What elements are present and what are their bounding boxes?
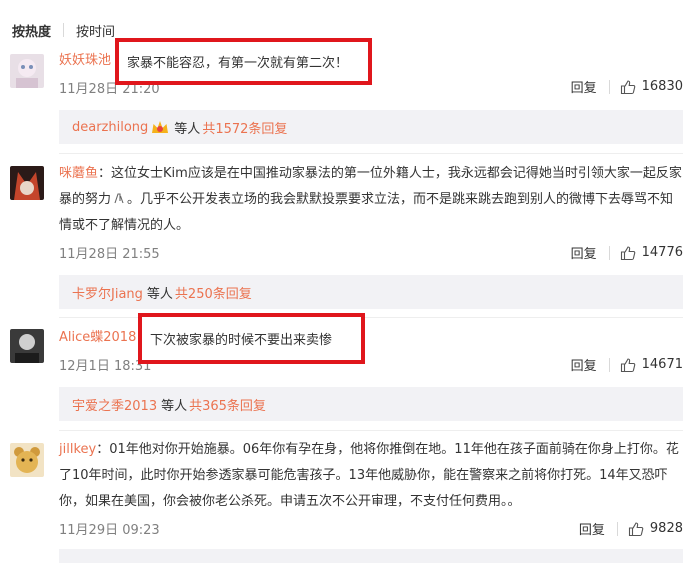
sub-replies-summary[interactable]: 宇爱之季2013 等人 共365条回复 (59, 387, 683, 421)
like-button[interactable]: 16830 (620, 79, 683, 95)
avatar[interactable] (10, 329, 44, 363)
sort-bar: 按热度 按时间 (12, 20, 115, 40)
comment-actions: 回复 14776 (571, 243, 683, 262)
avatar-image-icon (10, 443, 44, 477)
sub-reply-username[interactable]: 卡罗尔Jiang (72, 283, 143, 302)
divider (63, 23, 65, 37)
avatar[interactable] (10, 54, 44, 88)
sub-reply-username[interactable]: dearzhilong (72, 120, 148, 135)
avatar[interactable] (10, 166, 44, 200)
comment-text: 下次被家暴的时候不要出来卖惨 (150, 333, 333, 348)
crown-badge-icon (152, 121, 169, 133)
username-link[interactable]: 咪蘑鱼 (59, 166, 98, 181)
divider (608, 79, 610, 94)
sub-replies-summary[interactable]: 卡罗尔Jiang 等人 共250条回复 (59, 275, 683, 309)
sub-reply-username[interactable]: 宇爱之季2013 (72, 395, 157, 414)
sub-replies-summary[interactable]: dearzhilong 等人 共1572条回复 (59, 110, 683, 144)
sub-replies-summary (59, 549, 683, 563)
divider (608, 357, 610, 372)
like-count: 14671 (641, 357, 683, 372)
reply-button[interactable]: 回复 (571, 355, 597, 374)
like-count: 9828 (649, 521, 683, 536)
comment-time: 11月28日 21:55 (59, 247, 160, 262)
avatar-image-icon (10, 54, 44, 88)
sub-reply-count-link[interactable]: 共250条回复 (175, 283, 252, 302)
like-count: 16830 (641, 79, 683, 94)
sub-reply-count-link[interactable]: 共1572条回复 (202, 118, 287, 137)
divider (616, 521, 618, 536)
avatar[interactable] (10, 443, 44, 477)
reply-button[interactable]: 回复 (571, 243, 597, 262)
comment-text: ：01年他对你开始施暴。06年你有孕在身，他将你推倒在地。11年他在孩子面前骑在… (59, 442, 679, 509)
comment-actions: 回复 9828 (579, 519, 683, 538)
comment-text-continued: 。几乎不公开发表立场的我会默默投票要求立法，而不是跳来跳去跑到别人的微博下去辱骂… (59, 192, 674, 233)
username-link[interactable]: Alice蝶2018 (59, 330, 136, 345)
avatar-image-icon (10, 329, 44, 363)
comment-divider (59, 153, 683, 154)
username-link[interactable]: jillkey (59, 442, 96, 457)
like-count: 14776 (641, 245, 683, 260)
comment-text: 家暴不能容忍，有第一次就有第二次！ (127, 56, 349, 71)
sub-reply-and-others: 等人 (146, 286, 173, 302)
avatar-image-icon (10, 166, 44, 200)
like-button[interactable]: 9828 (628, 521, 683, 537)
thumbs-up-icon (620, 245, 635, 260)
thumbs-up-icon (628, 521, 644, 536)
highlight-box: 下次被家暴的时候不要出来卖惨 (138, 313, 365, 364)
thumbs-up-icon (620, 79, 635, 94)
sub-reply-count-link[interactable]: 共365条回复 (189, 395, 266, 414)
like-button[interactable]: 14776 (620, 245, 683, 261)
highlight-box: 家暴不能容忍，有第一次就有第二次！ (115, 38, 372, 85)
sub-reply-and-others: 等人 (174, 121, 201, 137)
divider (608, 245, 610, 260)
comment-actions: 回复 16830 (571, 77, 683, 96)
comment-divider (59, 430, 683, 431)
comment-time: 11月29日 09:23 (59, 523, 160, 538)
sort-by-time-tab[interactable]: 按时间 (76, 21, 115, 40)
reply-button[interactable]: 回复 (571, 77, 597, 96)
pray-hands-emoji-icon (114, 193, 124, 204)
sort-by-hot-tab[interactable]: 按热度 (12, 21, 51, 40)
reply-button[interactable]: 回复 (579, 519, 605, 538)
like-button[interactable]: 14671 (620, 357, 683, 373)
comment-actions: 回复 14671 (571, 355, 683, 374)
username-link[interactable]: 妖妖珠池 (59, 53, 111, 68)
sub-reply-and-others: 等人 (161, 398, 188, 414)
thumbs-up-icon (620, 357, 635, 372)
